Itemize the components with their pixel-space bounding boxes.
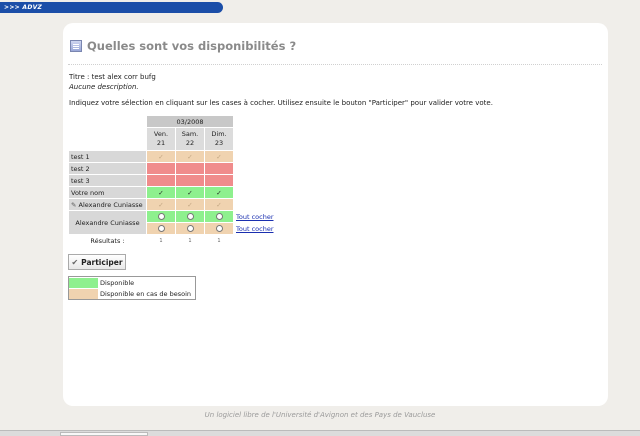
legend-item-available: Disponible	[69, 277, 195, 288]
check-all-available-link[interactable]: Tout cocher	[234, 211, 276, 222]
results-label: Résultats :	[90, 236, 125, 245]
legend-swatch-available	[69, 277, 98, 288]
day-header: Dim. 23	[205, 128, 233, 150]
page-title: Quelles sont vos disponibilités ?	[87, 39, 297, 53]
results-row: Résultats : 1 1 1	[69, 235, 276, 246]
check-icon: ✓	[205, 187, 233, 198]
unavailable-cell	[176, 163, 204, 174]
footer-text: Un logiciel libre de l'Université d'Avig…	[204, 411, 436, 419]
page-header: Quelles sont vos disponibilités ?	[70, 38, 296, 54]
poll-title: Titre : test alex corr bufg	[69, 73, 156, 81]
participate-button[interactable]: ✔ Participer	[68, 254, 126, 270]
legend-swatch-if-needed	[69, 288, 98, 299]
month-header: 03/2008	[147, 116, 233, 127]
if-needed-radio[interactable]	[176, 223, 204, 234]
unavailable-cell	[147, 163, 175, 174]
check-icon: ✓	[147, 151, 175, 162]
status-segment	[60, 432, 148, 436]
participant-name: Alexandre Cuniasse	[69, 211, 146, 234]
check-icon: ✓	[147, 187, 175, 198]
table-row: test 3	[69, 175, 276, 186]
legend: Disponible Disponible en cas de besoin	[68, 276, 196, 300]
check-all-if-needed-link[interactable]: Tout cocher	[234, 223, 276, 234]
check-icon: ✓	[205, 199, 233, 210]
top-nav-bar[interactable]: >>> ADVZ	[0, 2, 223, 13]
participant-name: Votre nom	[69, 187, 146, 198]
participant-name: ✎ Alexandre Cuniasse	[69, 199, 146, 210]
check-icon: ✓	[176, 151, 204, 162]
availability-grid: 03/2008 Ven. 21 Sam. 22 Dim. 23 test 1 ✓ ✓ …	[68, 115, 277, 247]
calendar-list-icon	[70, 40, 82, 52]
unavailable-cell	[205, 163, 233, 174]
poll-instructions: Indiquez votre sélection en cliquant sur…	[69, 99, 493, 107]
result-count: 1	[217, 237, 221, 244]
result-count: 1	[188, 237, 192, 244]
table-row: test 1 ✓ ✓ ✓	[69, 151, 276, 162]
table-row: Alexandre Cuniasse Tout cocher	[69, 211, 276, 234]
check-icon: ✓	[176, 187, 204, 198]
day-header: Ven. 21	[147, 128, 175, 150]
table-row: Votre nom ✓ ✓ ✓	[69, 187, 276, 198]
check-icon: ✓	[176, 199, 204, 210]
participant-name: test 2	[69, 163, 146, 174]
check-icon: ✓	[205, 151, 233, 162]
available-radio[interactable]	[176, 211, 204, 222]
unavailable-cell	[205, 175, 233, 186]
status-bar	[0, 430, 640, 436]
table-row: test 2	[69, 163, 276, 174]
title-divider	[68, 64, 602, 65]
table-row: ✎ Alexandre Cuniasse ✓ ✓ ✓	[69, 199, 276, 210]
participant-name: test 1	[69, 151, 146, 162]
if-needed-radio[interactable]	[205, 223, 233, 234]
available-radio[interactable]	[147, 211, 175, 222]
check-icon: ✓	[147, 199, 175, 210]
legend-item-if-needed: Disponible en cas de besoin	[69, 288, 195, 299]
poll-description: Aucune description.	[69, 83, 139, 91]
participant-name: test 3	[69, 175, 146, 186]
edit-icon[interactable]: ✎	[71, 201, 76, 209]
day-header: Sam. 22	[176, 128, 204, 150]
result-count: 1	[159, 237, 163, 244]
if-needed-radio[interactable]	[147, 223, 175, 234]
unavailable-cell	[176, 175, 204, 186]
checkmark-icon: ✔	[71, 257, 79, 267]
available-radio[interactable]	[205, 211, 233, 222]
unavailable-cell	[147, 175, 175, 186]
